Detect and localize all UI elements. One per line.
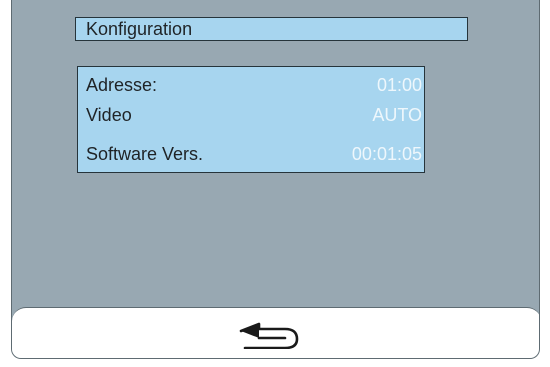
title-bar: Konfiguration — [75, 17, 468, 41]
info-row-video: Video AUTO — [78, 102, 424, 128]
software-version-label: Software Vers. — [86, 144, 204, 164]
page-title: Konfiguration — [86, 19, 193, 39]
address-label: Adresse: — [86, 75, 158, 95]
device-screen: Konfiguration Adresse: 01:00 Video AUTO … — [11, 0, 540, 359]
bottom-navigation-bar — [12, 307, 539, 358]
back-button[interactable] — [237, 319, 305, 349]
video-label: Video — [86, 105, 132, 125]
video-value: AUTO — [372, 105, 422, 125]
software-version-value: 00:01:05 — [351, 144, 422, 164]
address-value: 01:00 — [376, 75, 422, 95]
info-row-software-version: Software Vers. 00:01:05 — [78, 141, 424, 167]
configuration-panel: Adresse: 01:00 Video AUTO Software Vers.… — [77, 66, 425, 173]
info-row-address: Adresse: 01:00 — [78, 72, 424, 98]
back-arrow-icon — [239, 322, 299, 349]
